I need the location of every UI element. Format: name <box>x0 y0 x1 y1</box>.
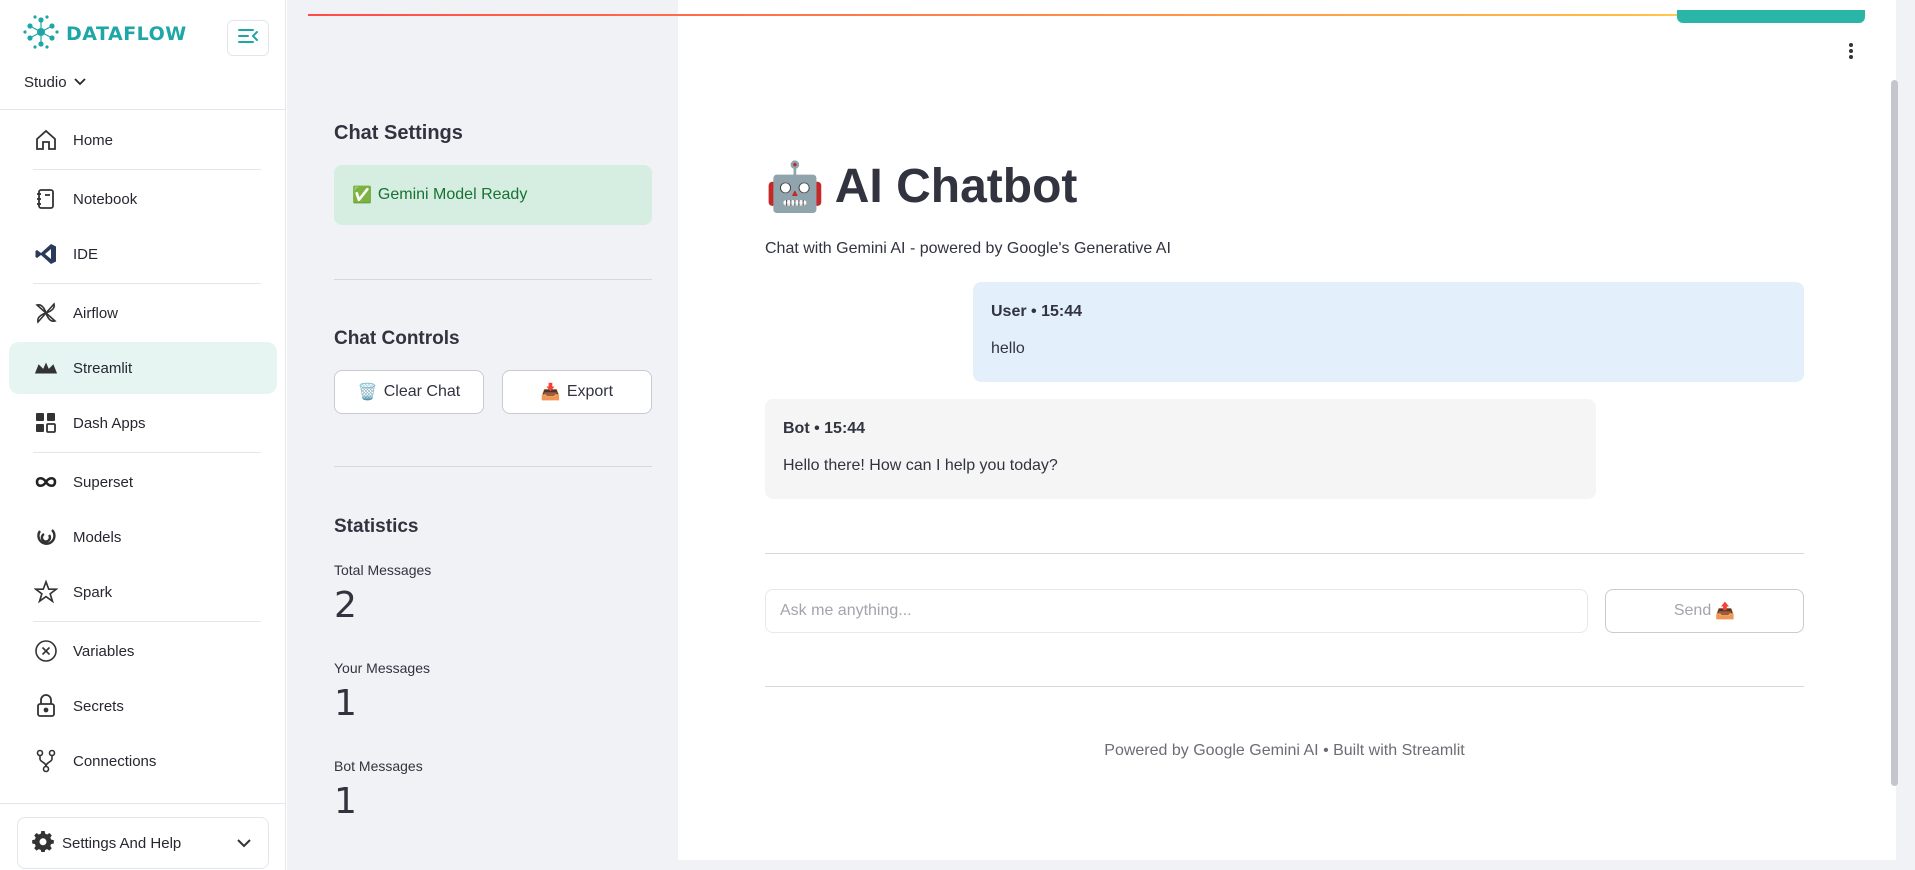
sidebar-item-airflow[interactable]: Airflow <box>9 287 277 339</box>
gear-icon <box>32 830 54 856</box>
divider <box>33 621 261 622</box>
status-progress-line <box>308 14 1866 16</box>
divider <box>334 466 652 467</box>
outbox-icon: 📤 <box>1715 603 1736 620</box>
sidebar-item-label: Dash Apps <box>73 414 146 432</box>
sidebar-item-label: IDE <box>73 245 99 263</box>
settings-and-help-button[interactable]: Settings And Help <box>17 817 269 869</box>
trash-icon: 🗑️ <box>357 384 378 401</box>
divider <box>334 279 652 280</box>
sidebar-item-label: Secrets <box>73 697 124 715</box>
divider <box>33 169 261 170</box>
star-icon <box>34 579 58 604</box>
chat-settings-heading: Chat Settings <box>334 122 463 144</box>
divider <box>33 452 261 453</box>
clear-chat-label: Clear Chat <box>383 383 461 400</box>
sidebar-item-dash-apps[interactable]: Dash Apps <box>9 397 277 449</box>
export-label: Export <box>566 383 614 400</box>
variable-icon <box>34 639 58 663</box>
sidebar-item-spark[interactable]: Spark <box>9 566 277 618</box>
sidebar-item-label: Variables <box>73 642 135 660</box>
sidebar-item-label: Airflow <box>73 304 119 322</box>
lock-icon <box>34 694 58 718</box>
sidebar-item-label: Home <box>73 131 114 149</box>
divider <box>33 283 261 284</box>
workspace-selector[interactable]: Studio <box>24 74 87 91</box>
metric-label: Bot Messages <box>334 758 423 774</box>
divider <box>765 553 1804 554</box>
sidebar-item-label: Spark <box>73 583 113 601</box>
app-sidebar: DATAFLOW Studio Home Notebook IDE Airflo… <box>0 0 286 870</box>
collapse-sidebar-button[interactable] <box>227 20 269 56</box>
settings-label: Settings And Help <box>62 834 182 852</box>
streamlit-sidebar: Chat Settings ✅ Gemini Model Ready Chat … <box>308 0 678 870</box>
export-button[interactable]: 📥 Export <box>502 370 652 414</box>
connections-icon <box>34 749 58 773</box>
chevron-down-icon <box>236 835 252 852</box>
message-author: Bot • 15:44 <box>783 420 866 437</box>
scrollbar[interactable] <box>1891 80 1898 786</box>
check-icon: ✅ <box>352 187 372 204</box>
chat-controls-heading: Chat Controls <box>334 328 460 349</box>
dataflow-logo-icon <box>22 14 60 55</box>
kebab-menu-icon <box>1848 43 1854 64</box>
footer-text: Powered by Google Gemini AI • Built with… <box>1104 742 1465 759</box>
grid-icon <box>34 411 58 435</box>
download-icon: 📥 <box>540 384 561 401</box>
sidebar-item-streamlit[interactable]: Streamlit <box>9 342 277 394</box>
sidebar-item-connections[interactable]: Connections <box>9 735 277 787</box>
sidebar-nav: Home Notebook IDE Airflow Streamlit Dash… <box>9 111 277 790</box>
sidebar-item-secrets[interactable]: Secrets <box>9 680 277 732</box>
brand-logo[interactable]: DATAFLOW <box>22 14 187 55</box>
vscode-icon <box>34 242 58 266</box>
divider <box>0 803 286 804</box>
statistics-heading: Statistics <box>334 516 419 537</box>
sidebar-item-home[interactable]: Home <box>9 114 277 166</box>
metric-value: 1 <box>334 683 357 724</box>
message-text: hello <box>991 340 1025 357</box>
sidebar-item-notebook[interactable]: Notebook <box>9 173 277 225</box>
metric-value: 2 <box>334 585 357 626</box>
notebook-icon <box>34 187 58 211</box>
main-menu-button[interactable] <box>1848 42 1854 65</box>
chat-input[interactable] <box>765 589 1588 633</box>
deploy-button[interactable] <box>1677 10 1865 23</box>
metric-label: Your Messages <box>334 660 430 676</box>
clear-chat-button[interactable]: 🗑️ Clear Chat <box>334 370 484 414</box>
sidebar-item-variables[interactable]: Variables <box>9 625 277 677</box>
infinity-icon <box>34 470 58 494</box>
workspace-label: Studio <box>24 74 67 91</box>
sidebar-item-superset[interactable]: Superset <box>9 456 277 508</box>
message-text: Hello there! How can I help you today? <box>783 457 1058 474</box>
sidebar-item-ide[interactable]: IDE <box>9 228 277 280</box>
model-status-alert: ✅ Gemini Model Ready <box>334 165 652 225</box>
robot-icon: 🤖 <box>765 161 825 214</box>
send-label: Send <box>1673 602 1712 619</box>
home-icon <box>34 128 58 152</box>
send-button[interactable]: Send 📤 <box>1605 589 1804 633</box>
sidebar-item-label: Streamlit <box>73 359 133 377</box>
sidebar-item-label: Models <box>73 528 122 546</box>
streamlit-icon <box>34 356 58 380</box>
models-icon <box>34 525 58 549</box>
divider <box>765 686 1804 687</box>
page-title-text: AI Chatbot <box>834 160 1078 213</box>
brand-name: DATAFLOW <box>66 23 187 45</box>
page-subtitle: Chat with Gemini AI - powered by Google'… <box>765 240 1171 257</box>
airflow-icon <box>34 301 58 325</box>
sidebar-item-models[interactable]: Models <box>9 511 277 563</box>
sidebar-item-label: Connections <box>73 752 157 770</box>
metric-label: Total Messages <box>334 562 432 578</box>
chevron-down-icon <box>73 74 87 91</box>
model-status-text: Gemini Model Ready <box>377 186 528 203</box>
divider <box>0 109 286 110</box>
chat-message-bot: Bot • 15:44 Hello there! How can I help … <box>765 399 1596 499</box>
collapse-menu-icon <box>237 27 259 50</box>
sidebar-item-label: Notebook <box>73 190 138 208</box>
sidebar-item-label: Superset <box>73 473 134 491</box>
page-title: 🤖 AI Chatbot <box>765 158 1077 215</box>
chat-message-user: User • 15:44 hello <box>973 282 1804 382</box>
metric-value: 1 <box>334 781 357 822</box>
message-author: User • 15:44 <box>991 303 1082 320</box>
